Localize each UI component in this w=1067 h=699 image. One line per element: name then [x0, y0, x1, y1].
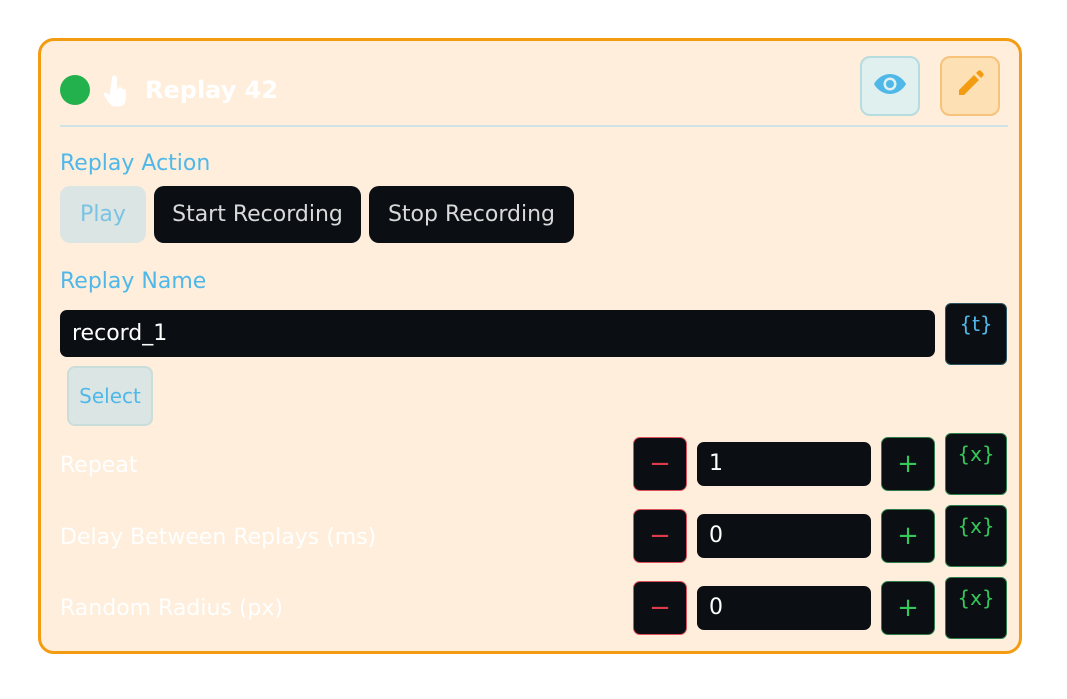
- replay-action-label: Replay Action: [60, 151, 211, 176]
- action-option-stop-recording[interactable]: Stop Recording: [369, 186, 574, 243]
- replay-name-input[interactable]: record_1: [60, 310, 935, 357]
- text-variable-button[interactable]: {t}: [945, 303, 1007, 365]
- preview-button[interactable]: [860, 56, 920, 116]
- random-radius-label: Random Radius (px): [60, 596, 283, 621]
- radius-input[interactable]: 0: [697, 586, 871, 630]
- repeat-decrement-button[interactable]: −: [633, 437, 687, 491]
- header-divider: [60, 125, 1008, 127]
- node-title: Replay 42: [145, 76, 279, 104]
- repeat-input[interactable]: 1: [697, 442, 871, 486]
- status-indicator: [60, 75, 90, 105]
- delay-increment-button[interactable]: +: [881, 509, 935, 563]
- repeat-variable-button[interactable]: {x}: [945, 433, 1007, 495]
- radius-increment-button[interactable]: +: [881, 581, 935, 635]
- select-replay-button[interactable]: Select: [67, 366, 153, 426]
- action-option-start-recording[interactable]: Start Recording: [154, 186, 361, 243]
- eye-icon: [873, 73, 907, 99]
- repeat-increment-button[interactable]: +: [881, 437, 935, 491]
- hand-pointer-icon: [103, 75, 129, 109]
- delay-label: Delay Between Replays (ms): [60, 525, 377, 550]
- replay-node-card: Replay 42 Replay Action Play Start Recor…: [38, 38, 1022, 654]
- replay-name-label: Replay Name: [60, 269, 207, 294]
- pencil-icon: [955, 69, 985, 103]
- action-option-play[interactable]: Play: [60, 186, 146, 243]
- radius-decrement-button[interactable]: −: [633, 581, 687, 635]
- delay-input[interactable]: 0: [697, 514, 871, 558]
- delay-decrement-button[interactable]: −: [633, 509, 687, 563]
- radius-variable-button[interactable]: {x}: [945, 577, 1007, 639]
- edit-button[interactable]: [940, 56, 1000, 116]
- delay-variable-button[interactable]: {x}: [945, 505, 1007, 567]
- repeat-label: Repeat: [60, 453, 138, 478]
